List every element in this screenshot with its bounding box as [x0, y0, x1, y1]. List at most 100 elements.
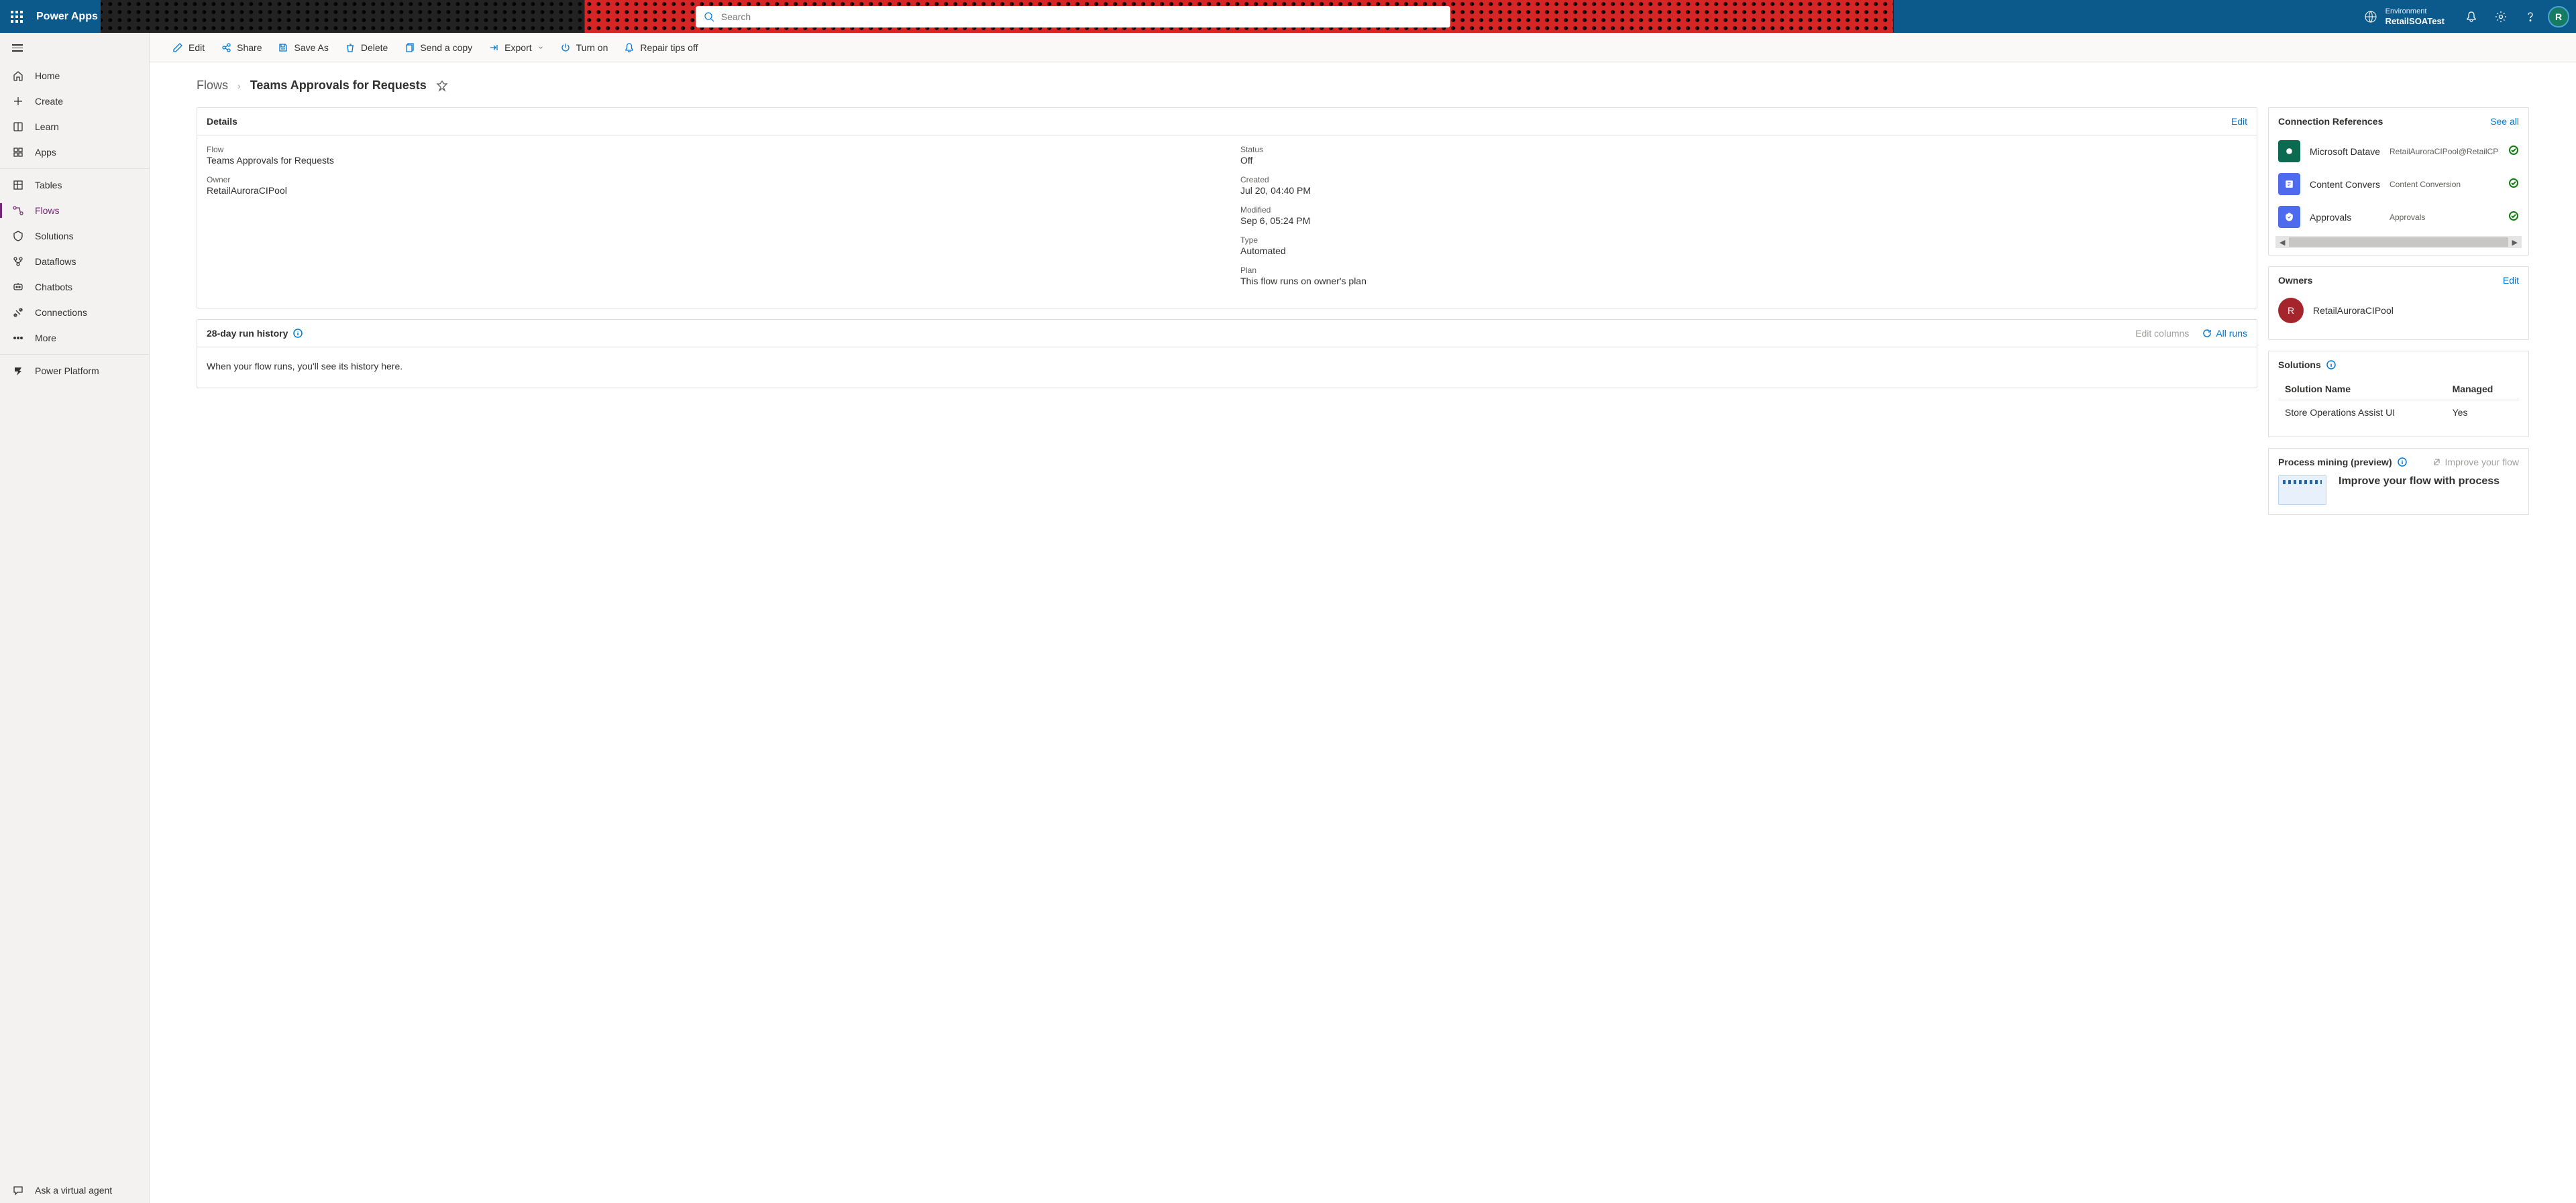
all-runs-link[interactable]: All runs	[2202, 328, 2247, 339]
connection-row[interactable]: Approvals Approvals	[2278, 200, 2519, 233]
check-icon	[2508, 211, 2519, 223]
scroll-track[interactable]	[2289, 237, 2508, 247]
connections-see-all[interactable]: See all	[2490, 116, 2519, 127]
sidebar-item-chatbots[interactable]: Chatbots	[0, 274, 149, 300]
sidebar-item-create[interactable]: Create	[0, 89, 149, 114]
cmd-share[interactable]: Share	[214, 37, 268, 58]
solution-name-cell: Store Operations Assist UI	[2278, 400, 2446, 425]
connection-name: Approvals	[2310, 212, 2380, 223]
breadcrumb-root[interactable]: Flows	[197, 78, 228, 93]
waffle-icon	[11, 11, 23, 23]
sidebar-item-label: Apps	[35, 147, 56, 158]
sidebar-item-label: More	[35, 333, 56, 343]
sidebar-toggle[interactable]	[0, 33, 149, 63]
search-icon	[704, 11, 714, 22]
chatbot-icon	[12, 281, 24, 293]
power-icon	[560, 42, 571, 53]
cmd-delete[interactable]: Delete	[338, 37, 394, 58]
solution-row[interactable]: Store Operations Assist UI Yes	[2278, 400, 2519, 425]
connection-sub: Content Conversion	[2390, 180, 2499, 189]
search-box[interactable]	[696, 6, 1450, 27]
connections-card: Connection References See all Microsoft …	[2268, 107, 2529, 255]
sidebar-item-apps[interactable]: Apps	[0, 139, 149, 165]
app-launcher[interactable]	[0, 0, 34, 33]
sidebar-item-label: Solutions	[35, 231, 74, 241]
history-title: 28-day run history	[207, 328, 288, 339]
plan-value: This flow runs on owner's plan	[1240, 276, 2247, 286]
info-icon[interactable]	[2326, 360, 2336, 369]
cmd-repair-tips[interactable]: Repair tips off	[617, 37, 704, 58]
connection-sub: RetailAuroraCIPool@RetailCPC	[2390, 147, 2499, 156]
chat-icon	[12, 1184, 24, 1196]
cmd-send-copy[interactable]: Send a copy	[397, 37, 479, 58]
col-solution-name[interactable]: Solution Name	[2278, 378, 2446, 400]
info-icon[interactable]	[2398, 457, 2407, 467]
sidebar-item-label: Flows	[35, 205, 60, 216]
modified-value: Sep 6, 05:24 PM	[1240, 215, 2247, 226]
details-edit-link[interactable]: Edit	[2231, 116, 2247, 127]
process-mining-title: Process mining (preview)	[2278, 457, 2392, 467]
sidebar-item-learn[interactable]: Learn	[0, 114, 149, 139]
owners-title: Owners	[2278, 275, 2312, 286]
process-mining-graphic	[2278, 475, 2326, 505]
user-avatar[interactable]: R	[2548, 6, 2569, 27]
owner-row[interactable]: R RetailAuroraCIPool	[2278, 294, 2519, 327]
help-button[interactable]	[2516, 0, 2545, 33]
app-title[interactable]: Power Apps	[36, 11, 98, 23]
copy-icon	[404, 42, 415, 53]
search-input[interactable]	[721, 11, 1442, 22]
info-icon[interactable]	[293, 329, 303, 338]
refresh-icon	[2202, 329, 2212, 338]
sidebar-item-label: Dataflows	[35, 256, 76, 267]
owner-avatar: R	[2278, 298, 2304, 323]
owner-value: RetailAuroraCIPool	[207, 185, 1214, 196]
owners-edit-link[interactable]: Edit	[2503, 275, 2519, 286]
sidebar-item-home[interactable]: Home	[0, 63, 149, 89]
sidebar-item-connections[interactable]: Connections	[0, 300, 149, 325]
command-bar: Edit Share Save As Delete Send a copy Ex…	[150, 33, 2576, 62]
check-icon	[2508, 178, 2519, 190]
breadcrumb: Flows › Teams Approvals for Requests	[197, 78, 2529, 93]
history-empty-text: When your flow runs, you'll see its hist…	[207, 357, 2247, 376]
export-icon	[488, 42, 499, 53]
status-label: Status	[1240, 145, 2247, 154]
sidebar-item-label: Create	[35, 96, 63, 107]
solutions-table: Solution Name Managed Store Operations A…	[2278, 378, 2519, 424]
sidebar-item-power-platform[interactable]: Power Platform	[0, 358, 149, 384]
scroll-right-arrow[interactable]: ▶	[2510, 238, 2520, 247]
sidebar-item-label: Learn	[35, 121, 59, 132]
details-title: Details	[207, 116, 237, 127]
sidebar-item-label: Connections	[35, 307, 87, 318]
status-value: Off	[1240, 155, 2247, 166]
environment-picker[interactable]: Environment RetailSOATest	[2352, 0, 2457, 33]
top-header: Power Apps Environment RetailSOATest R	[0, 0, 2576, 33]
environment-label: Environment	[2385, 7, 2445, 15]
environment-name: RetailSOATest	[2385, 16, 2445, 26]
cmd-export[interactable]: Export	[482, 37, 550, 58]
globe-icon	[2364, 10, 2377, 23]
flow-value: Teams Approvals for Requests	[207, 155, 1214, 166]
sidebar-item-more[interactable]: More	[0, 325, 149, 351]
connection-name: Content Conversion	[2310, 179, 2380, 190]
modified-label: Modified	[1240, 205, 2247, 215]
sidebar-item-solutions[interactable]: Solutions	[0, 223, 149, 249]
cmd-edit[interactable]: Edit	[166, 37, 211, 58]
sidebar-item-dataflows[interactable]: Dataflows	[0, 249, 149, 274]
notifications-button[interactable]	[2457, 0, 2486, 33]
sidebar-item-tables[interactable]: Tables	[0, 172, 149, 198]
settings-button[interactable]	[2486, 0, 2516, 33]
gear-icon	[2495, 11, 2507, 23]
improve-flow-link: Improve your flow	[2432, 457, 2519, 467]
edit-columns-link[interactable]: Edit columns	[2135, 328, 2189, 339]
col-managed[interactable]: Managed	[2446, 378, 2519, 400]
horizontal-scrollbar[interactable]: ◀ ▶	[2275, 236, 2522, 248]
scroll-left-arrow[interactable]: ◀	[2277, 238, 2288, 247]
sidebar-item-flows[interactable]: Flows	[0, 198, 149, 223]
connection-row[interactable]: Microsoft Dataverse RetailAuroraCIPool@R…	[2278, 135, 2519, 168]
cmd-save-as[interactable]: Save As	[271, 37, 335, 58]
ask-virtual-agent[interactable]: Ask a virtual agent	[0, 1178, 149, 1203]
sidebar-item-label: Power Platform	[35, 365, 99, 376]
connection-row[interactable]: Content Conversion Content Conversion	[2278, 168, 2519, 200]
bell-off-icon	[624, 42, 635, 53]
cmd-turn-on[interactable]: Turn on	[553, 37, 615, 58]
